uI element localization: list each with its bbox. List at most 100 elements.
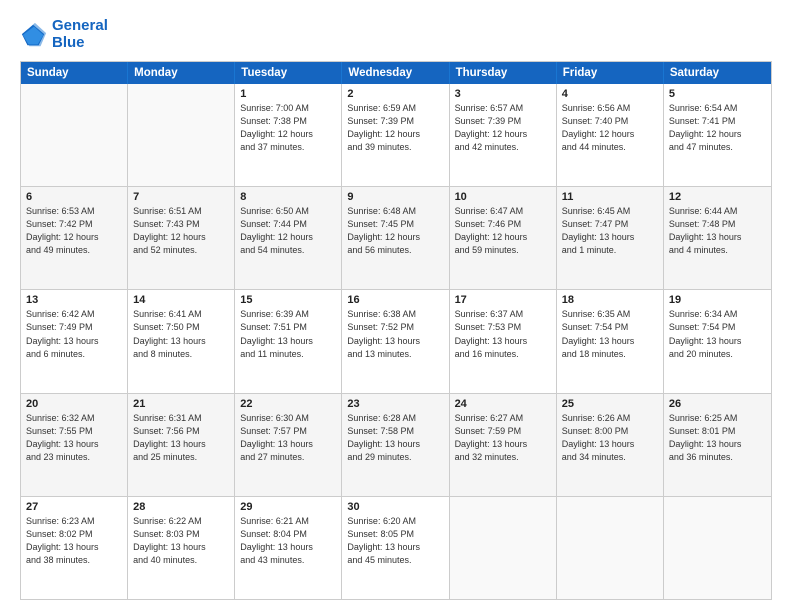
day-number: 3 xyxy=(455,88,551,100)
day-number: 7 xyxy=(133,191,229,203)
day-cell-8: 8 Sunrise: 6:50 AM Sunset: 7:44 PM Daylig… xyxy=(235,187,342,289)
day-cell-15: 15 Sunrise: 6:39 AM Sunset: 7:51 PM Dayli… xyxy=(235,290,342,392)
day-of-week-friday: Friday xyxy=(557,62,664,84)
day-number: 8 xyxy=(240,191,336,203)
day-info: Sunrise: 6:39 AM Sunset: 7:51 PM Dayligh… xyxy=(240,308,336,360)
day-number: 25 xyxy=(562,398,658,410)
day-number: 18 xyxy=(562,294,658,306)
day-info: Sunrise: 6:48 AM Sunset: 7:45 PM Dayligh… xyxy=(347,205,443,257)
calendar-body: 1 Sunrise: 7:00 AM Sunset: 7:38 PM Daylig… xyxy=(21,84,771,599)
day-cell-14: 14 Sunrise: 6:41 AM Sunset: 7:50 PM Dayli… xyxy=(128,290,235,392)
day-cell-24: 24 Sunrise: 6:27 AM Sunset: 7:59 PM Dayli… xyxy=(450,394,557,496)
day-of-week-monday: Monday xyxy=(128,62,235,84)
day-info: Sunrise: 6:32 AM Sunset: 7:55 PM Dayligh… xyxy=(26,412,122,464)
day-info: Sunrise: 6:41 AM Sunset: 7:50 PM Dayligh… xyxy=(133,308,229,360)
day-info: Sunrise: 6:27 AM Sunset: 7:59 PM Dayligh… xyxy=(455,412,551,464)
calendar-week-2: 6Sunrise: 6:53 AM Sunset: 7:42 PM Daylig… xyxy=(21,186,771,289)
logo: General Blue xyxy=(20,18,108,51)
day-info: Sunrise: 6:20 AM Sunset: 8:05 PM Dayligh… xyxy=(347,515,443,567)
day-number: 27 xyxy=(26,501,122,513)
day-cell-25: 25 Sunrise: 6:26 AM Sunset: 8:00 PM Dayli… xyxy=(557,394,664,496)
day-cell-23: 23Sunrise: 6:28 AM Sunset: 7:58 PM Dayli… xyxy=(342,394,449,496)
day-info: Sunrise: 6:51 AM Sunset: 7:43 PM Dayligh… xyxy=(133,205,229,257)
day-cell-3: 3 Sunrise: 6:57 AM Sunset: 7:39 PM Daylig… xyxy=(450,84,557,186)
day-number: 29 xyxy=(240,501,336,513)
day-info: Sunrise: 6:54 AM Sunset: 7:41 PM Dayligh… xyxy=(669,102,766,154)
empty-cell xyxy=(128,84,235,186)
day-number: 9 xyxy=(347,191,443,203)
day-number: 16 xyxy=(347,294,443,306)
day-number: 14 xyxy=(133,294,229,306)
day-of-week-saturday: Saturday xyxy=(664,62,771,84)
calendar-week-3: 13 Sunrise: 6:42 AM Sunset: 7:49 PM Dayli… xyxy=(21,289,771,392)
day-info: Sunrise: 6:23 AM Sunset: 8:02 PM Dayligh… xyxy=(26,515,122,567)
day-info: Sunrise: 7:00 AM Sunset: 7:38 PM Dayligh… xyxy=(240,102,336,154)
day-cell-22: 22Sunrise: 6:30 AM Sunset: 7:57 PM Dayli… xyxy=(235,394,342,496)
day-number: 13 xyxy=(26,294,122,306)
calendar-header: SundayMondayTuesdayWednesdayThursdayFrid… xyxy=(21,62,771,84)
day-cell-29: 29 Sunrise: 6:21 AM Sunset: 8:04 PM Dayli… xyxy=(235,497,342,599)
day-number: 15 xyxy=(240,294,336,306)
day-number: 17 xyxy=(455,294,551,306)
day-number: 1 xyxy=(240,88,336,100)
day-number: 4 xyxy=(562,88,658,100)
day-info: Sunrise: 6:22 AM Sunset: 8:03 PM Dayligh… xyxy=(133,515,229,567)
day-number: 12 xyxy=(669,191,766,203)
day-cell-20: 20 Sunrise: 6:32 AM Sunset: 7:55 PM Dayli… xyxy=(21,394,128,496)
day-number: 5 xyxy=(669,88,766,100)
day-cell-18: 18Sunrise: 6:35 AM Sunset: 7:54 PM Dayli… xyxy=(557,290,664,392)
calendar-week-4: 20 Sunrise: 6:32 AM Sunset: 7:55 PM Dayli… xyxy=(21,393,771,496)
empty-cell xyxy=(557,497,664,599)
day-cell-30: 30 Sunrise: 6:20 AM Sunset: 8:05 PM Dayli… xyxy=(342,497,449,599)
day-number: 20 xyxy=(26,398,122,410)
day-of-week-thursday: Thursday xyxy=(450,62,557,84)
day-cell-9: 9 Sunrise: 6:48 AM Sunset: 7:45 PM Daylig… xyxy=(342,187,449,289)
calendar-week-1: 1 Sunrise: 7:00 AM Sunset: 7:38 PM Daylig… xyxy=(21,84,771,186)
empty-cell xyxy=(450,497,557,599)
day-info: Sunrise: 6:31 AM Sunset: 7:56 PM Dayligh… xyxy=(133,412,229,464)
day-number: 26 xyxy=(669,398,766,410)
day-info: Sunrise: 6:44 AM Sunset: 7:48 PM Dayligh… xyxy=(669,205,766,257)
day-of-week-tuesday: Tuesday xyxy=(235,62,342,84)
calendar: SundayMondayTuesdayWednesdayThursdayFrid… xyxy=(20,61,772,600)
day-number: 23 xyxy=(347,398,443,410)
day-cell-4: 4 Sunrise: 6:56 AM Sunset: 7:40 PM Daylig… xyxy=(557,84,664,186)
day-cell-28: 28Sunrise: 6:22 AM Sunset: 8:03 PM Dayli… xyxy=(128,497,235,599)
day-cell-26: 26Sunrise: 6:25 AM Sunset: 8:01 PM Dayli… xyxy=(664,394,771,496)
empty-cell xyxy=(21,84,128,186)
day-cell-2: 2Sunrise: 6:59 AM Sunset: 7:39 PM Daylig… xyxy=(342,84,449,186)
day-info: Sunrise: 6:56 AM Sunset: 7:40 PM Dayligh… xyxy=(562,102,658,154)
day-cell-5: 5 Sunrise: 6:54 AM Sunset: 7:41 PM Daylig… xyxy=(664,84,771,186)
day-cell-13: 13 Sunrise: 6:42 AM Sunset: 7:49 PM Dayli… xyxy=(21,290,128,392)
day-info: Sunrise: 6:34 AM Sunset: 7:54 PM Dayligh… xyxy=(669,308,766,360)
day-info: Sunrise: 6:21 AM Sunset: 8:04 PM Dayligh… xyxy=(240,515,336,567)
day-cell-21: 21Sunrise: 6:31 AM Sunset: 7:56 PM Dayli… xyxy=(128,394,235,496)
day-number: 2 xyxy=(347,88,443,100)
day-cell-1: 1 Sunrise: 7:00 AM Sunset: 7:38 PM Daylig… xyxy=(235,84,342,186)
day-cell-17: 17 Sunrise: 6:37 AM Sunset: 7:53 PM Dayli… xyxy=(450,290,557,392)
day-info: Sunrise: 6:37 AM Sunset: 7:53 PM Dayligh… xyxy=(455,308,551,360)
day-info: Sunrise: 6:42 AM Sunset: 7:49 PM Dayligh… xyxy=(26,308,122,360)
day-number: 30 xyxy=(347,501,443,513)
calendar-week-5: 27 Sunrise: 6:23 AM Sunset: 8:02 PM Dayli… xyxy=(21,496,771,599)
day-cell-12: 12 Sunrise: 6:44 AM Sunset: 7:48 PM Dayli… xyxy=(664,187,771,289)
day-number: 6 xyxy=(26,191,122,203)
day-info: Sunrise: 6:26 AM Sunset: 8:00 PM Dayligh… xyxy=(562,412,658,464)
empty-cell xyxy=(664,497,771,599)
day-info: Sunrise: 6:50 AM Sunset: 7:44 PM Dayligh… xyxy=(240,205,336,257)
day-cell-6: 6Sunrise: 6:53 AM Sunset: 7:42 PM Daylig… xyxy=(21,187,128,289)
page: General Blue SundayMondayTuesdayWednesda… xyxy=(0,0,792,612)
header: General Blue xyxy=(20,18,772,51)
day-number: 24 xyxy=(455,398,551,410)
day-info: Sunrise: 6:38 AM Sunset: 7:52 PM Dayligh… xyxy=(347,308,443,360)
day-cell-10: 10Sunrise: 6:47 AM Sunset: 7:46 PM Dayli… xyxy=(450,187,557,289)
logo-text: General Blue xyxy=(52,18,108,51)
day-info: Sunrise: 6:45 AM Sunset: 7:47 PM Dayligh… xyxy=(562,205,658,257)
day-number: 10 xyxy=(455,191,551,203)
day-of-week-sunday: Sunday xyxy=(21,62,128,84)
day-cell-7: 7 Sunrise: 6:51 AM Sunset: 7:43 PM Daylig… xyxy=(128,187,235,289)
logo-icon xyxy=(20,21,48,49)
day-info: Sunrise: 6:57 AM Sunset: 7:39 PM Dayligh… xyxy=(455,102,551,154)
day-cell-11: 11Sunrise: 6:45 AM Sunset: 7:47 PM Dayli… xyxy=(557,187,664,289)
day-cell-19: 19Sunrise: 6:34 AM Sunset: 7:54 PM Dayli… xyxy=(664,290,771,392)
